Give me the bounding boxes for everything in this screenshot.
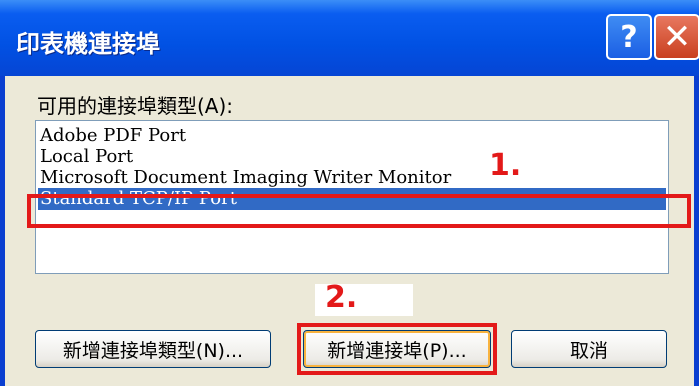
help-button[interactable]: ? (606, 14, 652, 60)
title-bar[interactable]: 印表機連接埠 ? ✕ (0, 0, 699, 76)
step-1-annotation: 1. (489, 148, 522, 183)
step-2-annotation: 2. (325, 280, 358, 315)
printer-ports-dialog: 印表機連接埠 ? ✕ 可用的連接埠類型(A): Adobe PDF Port L… (0, 0, 699, 386)
help-icon: ? (620, 19, 638, 55)
close-button[interactable]: ✕ (654, 14, 699, 60)
add-port-type-button[interactable]: 新增連接埠類型(N)... (35, 330, 271, 368)
highlight-box-add-port (297, 323, 497, 375)
list-item-adobe-pdf-port[interactable]: Adobe PDF Port (40, 125, 186, 147)
dialog-body: 可用的連接埠類型(A): Adobe PDF Port Local Port M… (5, 76, 694, 386)
highlight-box-selected-port (27, 194, 691, 228)
close-icon: ✕ (662, 17, 692, 57)
list-item-microsoft-document-imaging-writer-monitor[interactable]: Microsoft Document Imaging Writer Monito… (40, 167, 451, 189)
cancel-button[interactable]: 取消 (511, 330, 667, 368)
window-title: 印表機連接埠 (16, 30, 160, 58)
list-item-local-port[interactable]: Local Port (40, 146, 133, 168)
port-types-label: 可用的連接埠類型(A): (37, 94, 234, 118)
